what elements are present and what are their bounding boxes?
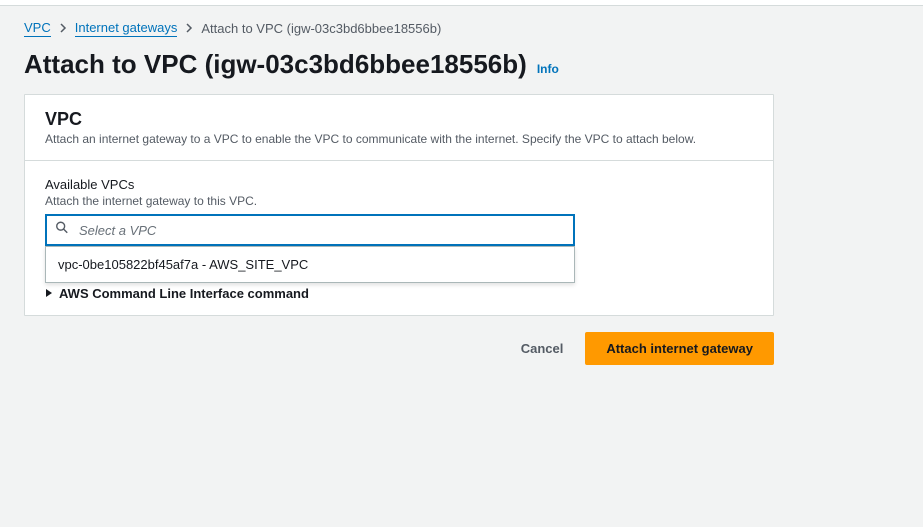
panel-title: VPC	[45, 109, 753, 130]
available-vpcs-label: Available VPCs	[45, 177, 753, 192]
vpc-dropdown: vpc-0be105822bf45af7a - AWS_SITE_VPC	[45, 246, 575, 283]
breadcrumb-current: Attach to VPC (igw-03c3bd6bbee18556b)	[201, 21, 441, 36]
vpc-input-wrap	[45, 214, 575, 246]
breadcrumb-vpc[interactable]: VPC	[24, 20, 51, 37]
vpc-select-input[interactable]	[45, 214, 575, 246]
info-link[interactable]: Info	[537, 62, 559, 76]
chevron-right-icon	[59, 21, 67, 36]
attach-internet-gateway-button[interactable]: Attach internet gateway	[585, 332, 774, 365]
vpc-panel: VPC Attach an internet gateway to a VPC …	[24, 94, 774, 316]
cli-expander-label: AWS Command Line Interface command	[59, 286, 309, 301]
actions-row: Cancel Attach internet gateway	[24, 332, 774, 365]
breadcrumb-internet-gateways[interactable]: Internet gateways	[75, 20, 178, 37]
caret-right-icon	[45, 286, 53, 301]
panel-description: Attach an internet gateway to a VPC to e…	[45, 132, 753, 146]
panel-header: VPC Attach an internet gateway to a VPC …	[25, 95, 773, 161]
cli-expander[interactable]: AWS Command Line Interface command	[25, 286, 773, 315]
breadcrumb: VPC Internet gateways Attach to VPC (igw…	[0, 6, 923, 45]
panel-body: Available VPCs Attach the internet gatew…	[25, 161, 773, 256]
available-vpcs-help: Attach the internet gateway to this VPC.	[45, 194, 753, 208]
cancel-button[interactable]: Cancel	[511, 333, 574, 364]
chevron-right-icon	[185, 21, 193, 36]
vpc-option[interactable]: vpc-0be105822bf45af7a - AWS_SITE_VPC	[46, 247, 574, 282]
page-title-row: Attach to VPC (igw-03c3bd6bbee18556b) In…	[0, 45, 923, 94]
page-title: Attach to VPC (igw-03c3bd6bbee18556b)	[24, 49, 527, 80]
